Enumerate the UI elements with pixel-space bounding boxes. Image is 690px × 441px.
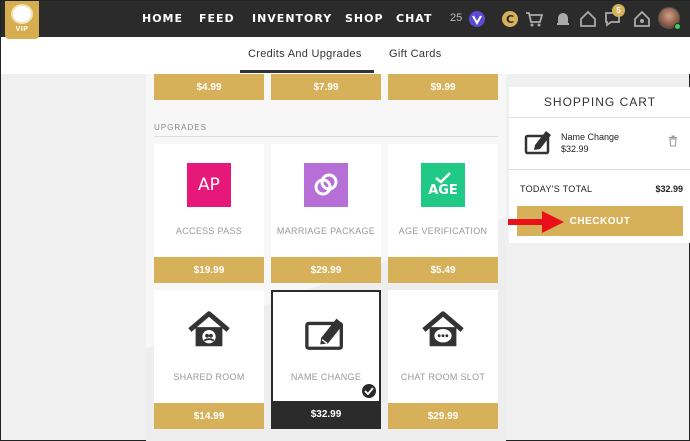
coin-count: 25: [450, 12, 463, 24]
settings-house-icon[interactable]: [633, 10, 651, 28]
card-price-button[interactable]: $29.99: [388, 403, 498, 429]
cart-icon[interactable]: [525, 10, 543, 28]
cart-item-name: Name Change: [561, 132, 620, 142]
chat-house-icon: [421, 308, 465, 352]
card-name: SHARED ROOM: [173, 372, 245, 382]
credit-price-button[interactable]: $9.99: [388, 74, 498, 100]
notification-badge: 5: [612, 4, 625, 17]
credit-price-button[interactable]: $4.99: [154, 74, 264, 100]
nav-feed[interactable]: FEED: [199, 12, 235, 25]
shared-house-icon: [187, 308, 231, 352]
upgrades-section-label: UPGRADES: [154, 123, 207, 132]
card-price-button[interactable]: $5.49: [388, 257, 498, 283]
tab-gift-cards[interactable]: Gift Cards: [389, 48, 442, 60]
section-divider: [154, 136, 498, 137]
svg-text:C: C: [506, 13, 514, 26]
todays-total-label: TODAY'S TOTAL: [520, 184, 593, 194]
card-name: AGE VERIFICATION: [398, 226, 488, 236]
upgrade-card-name-change[interactable]: NAME CHANGE $32.99: [271, 290, 381, 429]
nav-chat[interactable]: CHAT: [396, 12, 432, 25]
card-price-button[interactable]: $32.99: [273, 401, 379, 427]
active-tab-indicator: [240, 70, 374, 73]
red-arrow-annotation: [508, 211, 564, 233]
cart-title: SHOPPING CART: [543, 95, 657, 109]
nav-inventory[interactable]: INVENTORY: [252, 12, 332, 25]
access-pass-icon: AP: [187, 163, 231, 207]
upgrade-card-marriage-package[interactable]: MARRIAGE PACKAGE $29.99: [271, 144, 381, 283]
card-price-button[interactable]: $29.99: [271, 257, 381, 283]
upgrade-card-chat-room-slot[interactable]: CHAT ROOM SLOT $29.99: [388, 290, 498, 429]
card-name: CHAT ROOM SLOT: [400, 372, 486, 382]
nav-shop[interactable]: SHOP: [345, 12, 384, 25]
shop-tabs: Credits And Upgrades Gift Cards: [1, 37, 690, 74]
vip-v-icon[interactable]: [468, 10, 486, 28]
cart-divider: [509, 169, 690, 170]
vip-label: VIP: [15, 26, 29, 33]
vip-logo[interactable]: VIP: [5, 1, 39, 39]
online-status-dot: [674, 23, 681, 30]
rings-icon: [304, 163, 348, 207]
card-price-button[interactable]: $19.99: [154, 257, 264, 283]
cart-item-price: $32.99: [561, 144, 589, 154]
age-check-icon: AGE: [421, 163, 465, 207]
top-navigation-bar: VIP HOME FEED INVENTORY SHOP CHAT 25 C 5: [1, 1, 690, 39]
currency-c-icon[interactable]: C: [501, 10, 519, 28]
bell-icon[interactable]: [554, 10, 572, 28]
card-name: NAME CHANGE: [290, 372, 362, 382]
credit-price-button[interactable]: $7.99: [271, 74, 381, 100]
selected-check-icon: [361, 383, 377, 399]
card-price-button[interactable]: $14.99: [154, 403, 264, 429]
upgrade-card-age-verification[interactable]: AGE AGE VERIFICATION $5.49: [388, 144, 498, 283]
house-icon[interactable]: [579, 10, 597, 28]
upgrade-card-shared-room[interactable]: SHARED ROOM $14.99: [154, 290, 264, 429]
nav-home[interactable]: HOME: [142, 12, 183, 25]
cart-divider: [509, 117, 690, 118]
tab-credits-and-upgrades[interactable]: Credits And Upgrades: [248, 48, 362, 60]
edit-card-icon: [524, 131, 551, 155]
upgrade-card-access-pass[interactable]: AP ACCESS PASS $19.99: [154, 144, 264, 283]
card-name: ACCESS PASS: [175, 226, 243, 236]
todays-total-value: $32.99: [655, 184, 683, 194]
edit-card-icon: [304, 310, 348, 354]
trash-icon[interactable]: [668, 135, 678, 147]
vip-face-icon: [11, 4, 33, 24]
card-name: MARRIAGE PACKAGE: [276, 226, 376, 236]
